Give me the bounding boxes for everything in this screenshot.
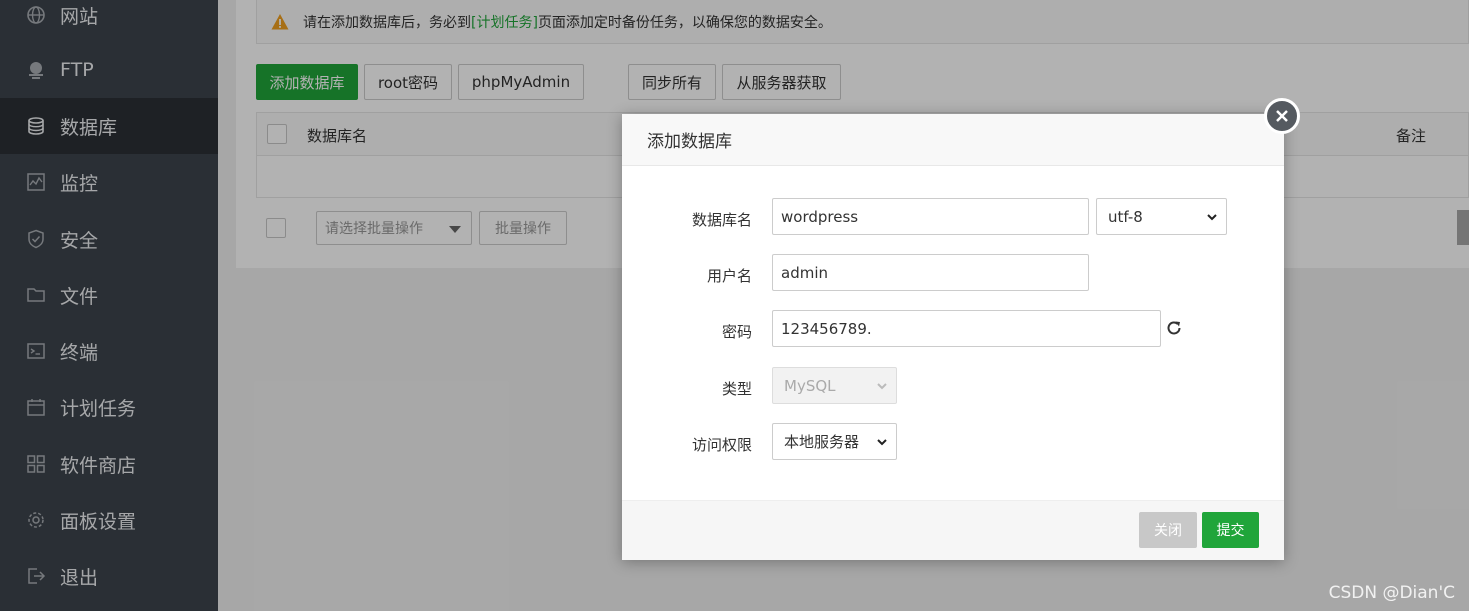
close-button[interactable]: 关闭 — [1139, 512, 1197, 548]
username-input[interactable]: admin — [772, 254, 1089, 291]
username-label: 用户名 — [706, 267, 752, 285]
submit-button[interactable]: 提交 — [1202, 512, 1259, 548]
add-database-dialog: 添加数据库 数据库名 wordpress utf-8 用户名 admin 密码 … — [622, 114, 1284, 560]
refresh-icon[interactable] — [1165, 319, 1183, 337]
dialog-title: 添加数据库 — [622, 114, 1284, 166]
dialog-footer: 关闭 提交 — [622, 500, 1284, 560]
access-select[interactable]: 本地服务器 — [772, 423, 897, 460]
charset-value: utf-8 — [1108, 207, 1143, 226]
password-label: 密码 — [721, 323, 752, 341]
type-value: MySQL — [784, 376, 836, 395]
db-name-input[interactable]: wordpress — [772, 198, 1089, 235]
close-icon — [1276, 110, 1288, 122]
access-value: 本地服务器 — [784, 433, 860, 451]
type-label: 类型 — [721, 380, 752, 398]
db-name-label: 数据库名 — [691, 211, 752, 229]
type-select: MySQL — [772, 367, 897, 404]
dialog-close-button[interactable] — [1264, 98, 1300, 134]
chevron-down-icon — [1207, 214, 1217, 221]
access-label: 访问权限 — [691, 436, 752, 454]
charset-select[interactable]: utf-8 — [1096, 198, 1227, 235]
chevron-down-icon — [877, 383, 887, 390]
password-input[interactable]: 123456789. — [772, 310, 1161, 347]
chevron-down-icon — [877, 439, 887, 446]
watermark-text: CSDN @Dian'C — [1328, 583, 1455, 603]
